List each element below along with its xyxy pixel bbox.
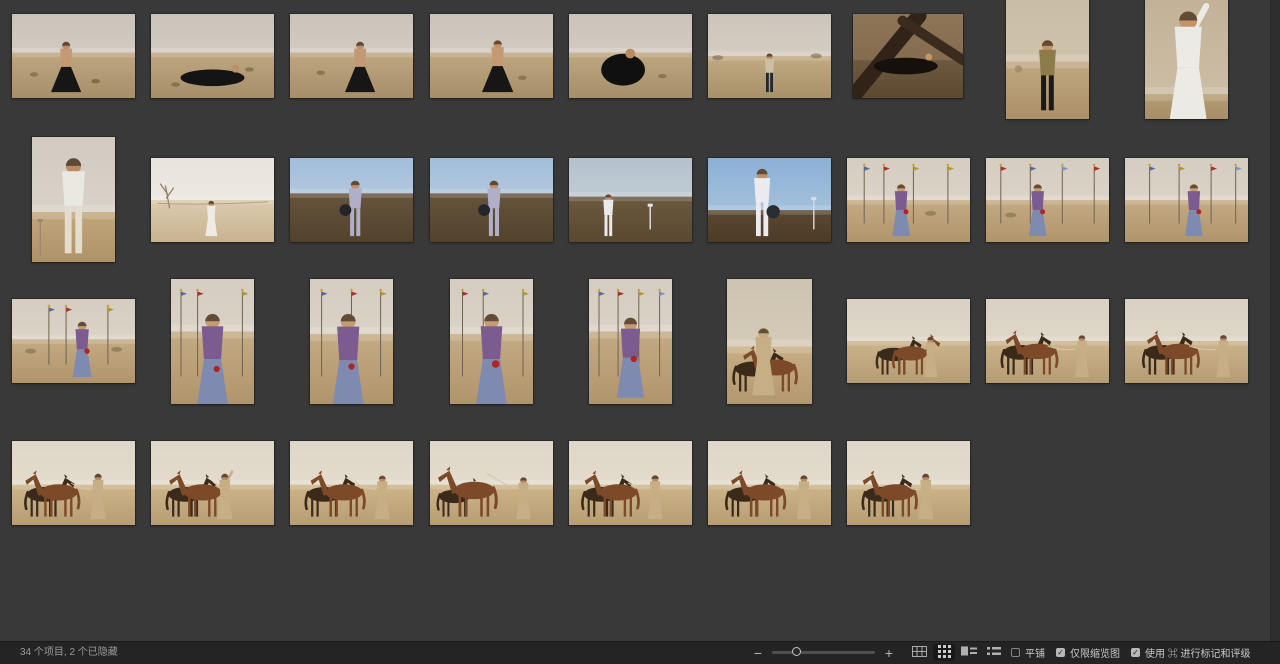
photo-thumbnail[interactable] <box>290 158 413 242</box>
photo-thumbnail[interactable] <box>853 14 963 98</box>
zoom-in-button[interactable]: + <box>883 646 895 660</box>
grid-view-button[interactable] <box>933 644 955 661</box>
photo-thumbnail[interactable] <box>151 14 274 98</box>
checked-checkbox-icon[interactable]: ✓ <box>1131 648 1140 657</box>
photo-thumbnail[interactable] <box>569 441 692 525</box>
photo-thumbnail[interactable] <box>1125 299 1248 383</box>
list-icon <box>987 646 1001 659</box>
photo-thumbnail[interactable] <box>171 279 254 404</box>
thumbnails-only-checkbox[interactable]: ✓ 仅限缩览图 <box>1056 645 1120 660</box>
photo-thumbnail[interactable] <box>1145 0 1228 119</box>
photo-thumbnail[interactable] <box>569 158 692 242</box>
photo-thumbnail[interactable] <box>12 299 135 383</box>
item-count-status: 34 个项目, 2 个已隐藏 <box>20 642 118 663</box>
photo-thumbnail[interactable] <box>310 279 393 404</box>
photo-thumbnail[interactable] <box>708 14 831 98</box>
photo-thumbnail[interactable] <box>847 299 970 383</box>
photo-thumbnail[interactable] <box>12 441 135 525</box>
photo-thumbnail[interactable] <box>727 279 812 404</box>
table-view-button[interactable] <box>908 644 930 661</box>
details-view-button[interactable] <box>958 644 980 661</box>
photo-thumbnail[interactable] <box>708 441 831 525</box>
thumbnail-size-slider-group: − + <box>752 642 895 663</box>
photo-thumbnail[interactable] <box>430 14 553 98</box>
photo-thumbnail[interactable] <box>986 299 1109 383</box>
photo-thumbnail[interactable] <box>430 158 553 242</box>
details-icon <box>961 646 977 659</box>
view-mode-buttons <box>908 642 1005 663</box>
photo-thumbnail[interactable] <box>151 441 274 525</box>
table-icon <box>912 646 927 660</box>
photo-thumbnail[interactable] <box>12 14 135 98</box>
photo-thumbnail[interactable] <box>290 14 413 98</box>
photo-thumbnail[interactable] <box>1125 158 1248 242</box>
photo-thumbnail[interactable] <box>430 441 553 525</box>
grid-icon <box>938 645 951 661</box>
photo-thumbnail[interactable] <box>847 441 970 525</box>
photo-thumbnail[interactable] <box>986 158 1109 242</box>
checkbox-label: 使用 ⌘ 进行标记和评级 <box>1145 645 1251 660</box>
tile-checkbox[interactable]: 平铺 <box>1011 645 1045 660</box>
thumbnail-size-slider[interactable] <box>772 651 875 654</box>
checkbox-label: 平铺 <box>1025 645 1045 660</box>
photo-thumbnail[interactable] <box>290 441 413 525</box>
photo-thumbnail[interactable] <box>1006 0 1089 119</box>
status-bar: 34 个项目, 2 个已隐藏 − + 平铺 ✓ 仅限缩览图 ✓ 使用 ⌘ 进行标记和评级 <box>0 641 1280 664</box>
photo-thumbnail[interactable] <box>569 14 692 98</box>
checked-checkbox-icon[interactable]: ✓ <box>1056 648 1065 657</box>
unchecked-checkbox-icon[interactable] <box>1011 648 1020 657</box>
photo-thumbnail[interactable] <box>847 158 970 242</box>
photo-thumbnail[interactable] <box>708 158 831 242</box>
photo-thumbnail[interactable] <box>151 158 274 242</box>
checkbox-label: 仅限缩览图 <box>1070 645 1120 660</box>
photo-thumbnail[interactable] <box>450 279 533 404</box>
slider-knob[interactable] <box>792 647 801 656</box>
photo-thumbnail[interactable] <box>32 137 115 262</box>
zoom-out-button[interactable]: − <box>752 646 764 660</box>
browser-grid <box>0 0 1280 642</box>
list-view-button[interactable] <box>983 644 1005 661</box>
photo-thumbnail[interactable] <box>589 279 672 404</box>
scrollbar-track[interactable] <box>1270 0 1280 642</box>
use-cmd-tagging-checkbox[interactable]: ✓ 使用 ⌘ 进行标记和评级 <box>1131 645 1251 660</box>
statusbar-checkboxes: 平铺 ✓ 仅限缩览图 ✓ 使用 ⌘ 进行标记和评级 <box>1011 642 1251 663</box>
